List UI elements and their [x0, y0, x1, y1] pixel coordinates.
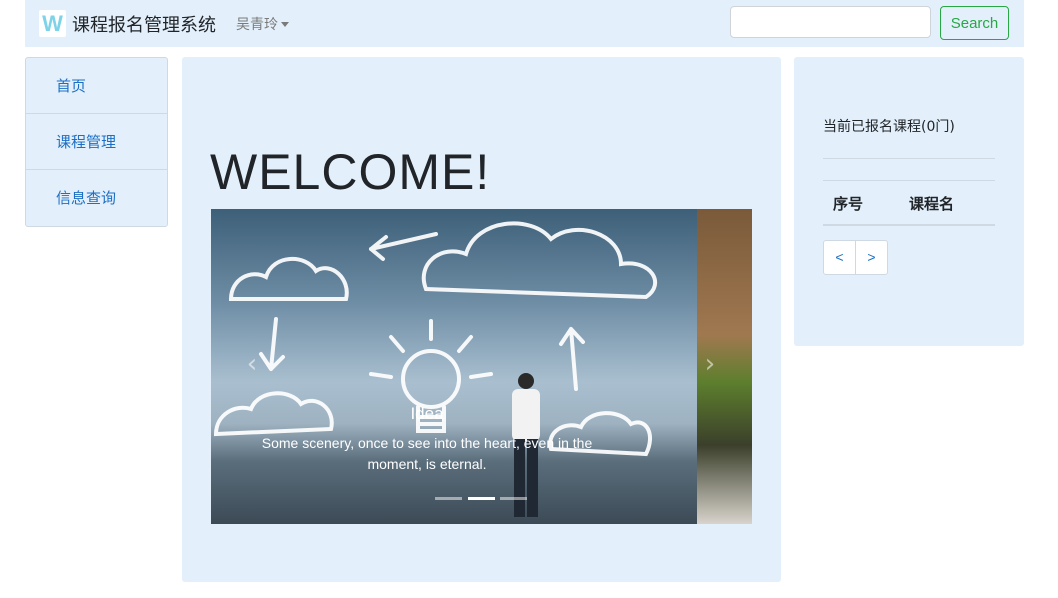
table-header-index: 序号 — [833, 195, 864, 213]
sidebar-nav: 首页 课程管理 信息查询 — [25, 57, 168, 227]
carousel-indicator-2[interactable] — [468, 497, 495, 500]
carousel-caption-text: Some scenery, once to see into the heart… — [261, 435, 593, 472]
main-panel: WELCOME! ‹ › Idea Some scenery, once to … — [182, 57, 781, 582]
enrolled-courses-panel: 当前已报名课程(0门) 序号 课程名 < > — [794, 57, 1024, 346]
pagination-prev-button[interactable]: < — [824, 241, 855, 274]
carousel-next-arrow-icon[interactable]: › — [695, 349, 725, 385]
enrolled-courses-title: 当前已报名课程(0门) — [823, 119, 955, 135]
divider — [823, 158, 995, 159]
sidebar-item-info-query[interactable]: 信息查询 — [26, 170, 167, 226]
carousel-indicator-3[interactable] — [500, 497, 527, 500]
table-header-border — [823, 224, 995, 226]
pagination-next-button[interactable]: > — [855, 241, 887, 274]
pagination: < > — [823, 240, 888, 275]
sidebar-item-course-management[interactable]: 课程管理 — [26, 114, 167, 170]
welcome-heading: WELCOME! — [210, 144, 491, 200]
search-input[interactable] — [730, 6, 931, 38]
top-navbar: W 课程报名管理系统 吴青玲 Search — [25, 0, 1024, 47]
brand-logo-icon[interactable]: W — [39, 10, 66, 37]
sidebar-item-home[interactable]: 首页 — [26, 58, 167, 114]
search-button[interactable]: Search — [940, 6, 1009, 40]
carousel-prev-arrow-icon[interactable]: ‹ — [237, 349, 267, 385]
user-dropdown[interactable]: 吴青玲 — [236, 14, 289, 34]
user-name: 吴青玲 — [236, 17, 278, 33]
sketch-clouds-lightbulb-illustration — [213, 221, 658, 517]
caret-down-icon — [281, 22, 289, 27]
image-carousel[interactable]: ‹ › Idea Some scenery, once to see into … — [211, 209, 752, 524]
brand-title[interactable]: 课程报名管理系统 — [72, 11, 216, 37]
table-top-border — [823, 180, 995, 181]
table-header-course-name: 课程名 — [909, 195, 955, 213]
carousel-caption-title: Idea — [410, 404, 444, 423]
carousel-indicator-1[interactable] — [435, 497, 462, 500]
